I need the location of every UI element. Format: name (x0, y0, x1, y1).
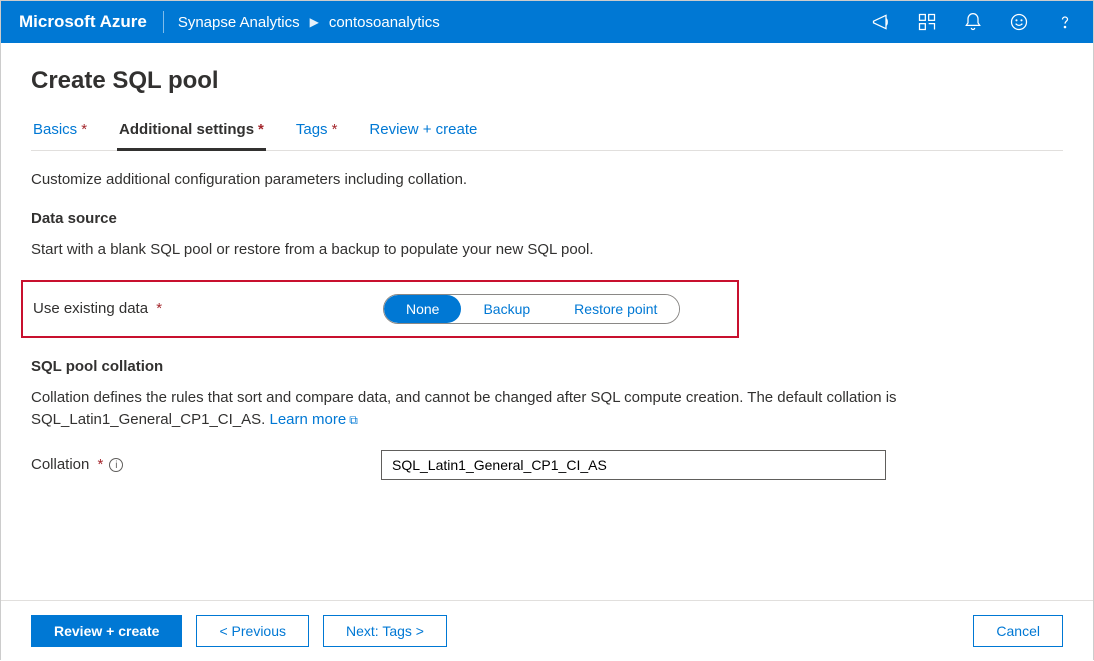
previous-button[interactable]: < Previous (196, 615, 309, 647)
footer-bar: Review + create < Previous Next: Tags > … (1, 600, 1093, 661)
collation-label: Collation *i (31, 456, 381, 473)
intro-text: Customize additional configuration param… (31, 171, 1063, 188)
review-create-button[interactable]: Review + create (31, 615, 182, 647)
info-icon[interactable]: i (109, 458, 123, 472)
collation-text: Collation defines the rules that sort an… (31, 387, 1063, 432)
collation-heading: SQL pool collation (31, 358, 1063, 375)
required-indicator: * (81, 121, 87, 138)
learn-more-link[interactable]: Learn more⧉ (270, 411, 358, 428)
option-backup[interactable]: Backup (461, 295, 552, 323)
highlight-annotation: Use existing data * None Backup Restore … (21, 280, 739, 338)
tab-basics[interactable]: Basics* (31, 121, 89, 150)
top-icons (871, 12, 1075, 32)
tab-review-create[interactable]: Review + create (367, 121, 479, 150)
external-link-icon: ⧉ (349, 411, 358, 429)
data-source-heading: Data source (31, 210, 1063, 227)
brand-logo[interactable]: Microsoft Azure (19, 12, 147, 32)
tab-tags[interactable]: Tags* (294, 121, 340, 150)
directory-icon[interactable] (917, 12, 937, 32)
page-title: Create SQL pool (31, 67, 1063, 95)
required-indicator: * (258, 121, 264, 138)
smile-icon[interactable] (1009, 12, 1029, 32)
use-existing-data-toggle: None Backup Restore point (383, 294, 680, 324)
use-existing-data-label: Use existing data * (33, 300, 383, 317)
option-restore-point[interactable]: Restore point (552, 295, 679, 323)
collation-input[interactable] (381, 450, 886, 480)
announce-icon[interactable] (871, 12, 891, 32)
data-source-text: Start with a blank SQL pool or restore f… (31, 239, 1063, 262)
breadcrumb-item[interactable]: Synapse Analytics (178, 14, 300, 31)
help-icon[interactable] (1055, 12, 1075, 32)
chevron-right-icon: ▶ (310, 15, 319, 29)
main-content: Create SQL pool Basics* Additional setti… (1, 43, 1093, 480)
top-bar: Microsoft Azure Synapse Analytics ▶ cont… (1, 1, 1093, 43)
option-none[interactable]: None (384, 295, 461, 323)
divider (163, 11, 164, 33)
cancel-button[interactable]: Cancel (973, 615, 1063, 647)
tab-additional-settings[interactable]: Additional settings* (117, 121, 266, 151)
breadcrumb-item[interactable]: contosoanalytics (329, 14, 440, 31)
breadcrumb: Synapse Analytics ▶ contosoanalytics (178, 14, 440, 31)
tabs: Basics* Additional settings* Tags* Revie… (31, 121, 1063, 151)
bell-icon[interactable] (963, 12, 983, 32)
next-button[interactable]: Next: Tags > (323, 615, 447, 647)
required-indicator: * (332, 121, 338, 138)
